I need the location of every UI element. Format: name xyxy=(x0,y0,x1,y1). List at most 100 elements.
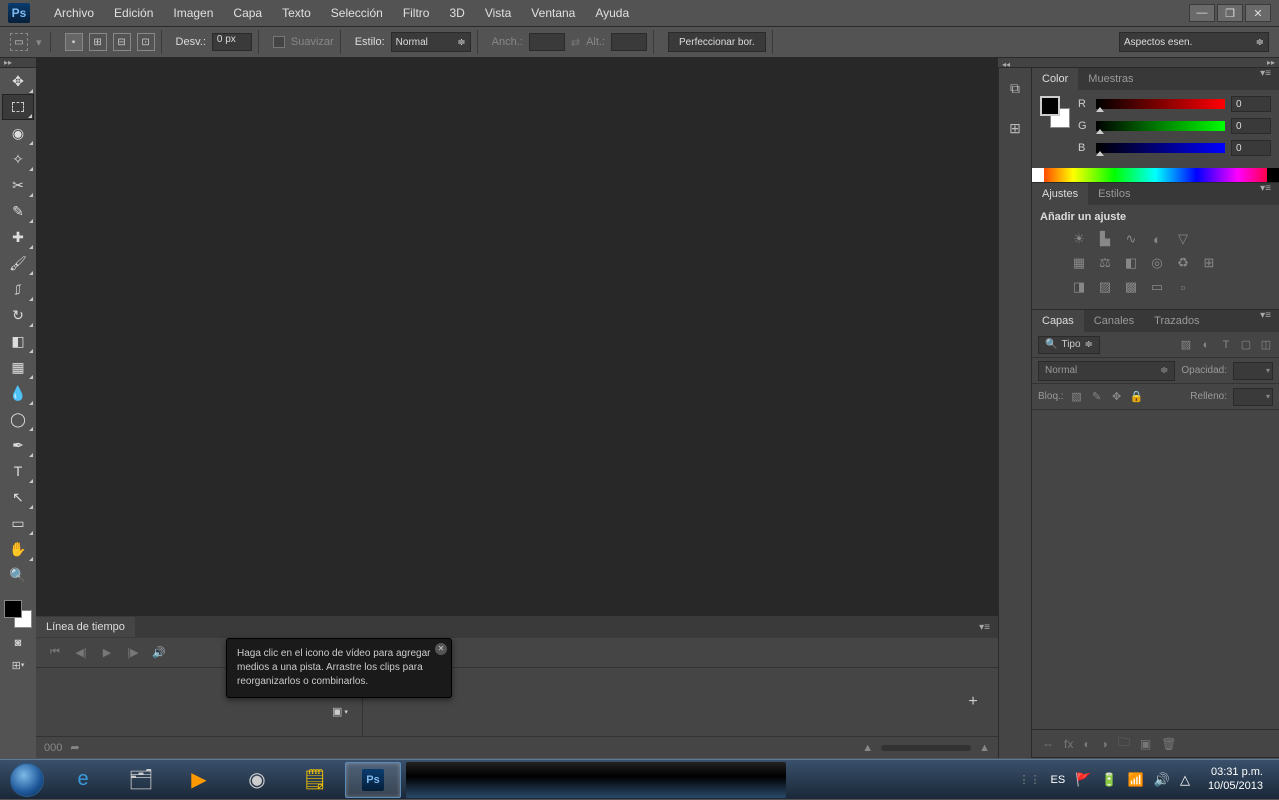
selective-icon[interactable]: ▫ xyxy=(1174,279,1192,295)
eyedropper-tool-icon[interactable]: ✎ xyxy=(2,198,34,224)
layer-fx-icon[interactable]: fx xyxy=(1064,737,1073,751)
selection-intersect-icon[interactable]: ⊡ xyxy=(137,33,155,51)
new-fill-icon[interactable]: ◑ xyxy=(1101,737,1108,751)
delete-layer-icon[interactable]: 🗑 xyxy=(1161,737,1176,751)
filter-adjust-icon[interactable]: ◐ xyxy=(1199,338,1213,352)
tray-grip-icon[interactable]: ⋮⋮ xyxy=(1019,773,1041,786)
panels-expander[interactable]: ▸▸ xyxy=(1031,58,1279,68)
new-layer-icon[interactable]: ▣ xyxy=(1140,737,1151,751)
workspace-select[interactable]: Aspectos esen.≑ xyxy=(1119,32,1269,52)
language-indicator[interactable]: ES xyxy=(1051,774,1066,786)
levels-icon[interactable]: ▙ xyxy=(1096,231,1114,247)
lock-move-icon[interactable]: ✥ xyxy=(1110,390,1124,404)
tray-sync-icon[interactable]: △ xyxy=(1180,772,1190,788)
system-clock[interactable]: 03:31 p.m. 10/05/2013 xyxy=(1200,766,1271,792)
spectrum-picker[interactable] xyxy=(1032,168,1279,182)
minimize-button[interactable]: — xyxy=(1189,4,1215,22)
timeline-audio-icon[interactable]: 🔊 xyxy=(150,644,168,662)
lock-pixels-icon[interactable]: ▧ xyxy=(1070,390,1084,404)
threshold-icon[interactable]: ▩ xyxy=(1122,279,1140,295)
add-media-icon[interactable]: ▣▾ xyxy=(332,705,348,718)
feather-input[interactable]: 0 px xyxy=(212,33,252,51)
marquee-tool-icon[interactable] xyxy=(2,94,34,120)
timeline-tab[interactable]: Línea de tiempo xyxy=(36,617,135,637)
close-button[interactable]: ✕ xyxy=(1245,4,1271,22)
opacity-input[interactable]: ▾ xyxy=(1233,362,1273,380)
panel-menu-icon[interactable]: ▾≡ xyxy=(971,622,998,633)
tab-muestras[interactable]: Muestras xyxy=(1078,68,1143,90)
exposure-icon[interactable]: ◐ xyxy=(1148,231,1166,247)
g-slider[interactable] xyxy=(1096,121,1225,131)
screenmode-icon[interactable]: ⊞▾ xyxy=(4,655,32,675)
blur-tool-icon[interactable]: 💧 xyxy=(2,380,34,406)
pen-tool-icon[interactable]: ✒ xyxy=(2,432,34,458)
menu-seleccion[interactable]: Selección xyxy=(321,0,393,27)
tab-color[interactable]: Color xyxy=(1032,68,1078,90)
timeline-play-icon[interactable]: ▶ xyxy=(98,644,116,662)
hue-icon[interactable]: ▦ xyxy=(1070,255,1088,271)
filter-type-icon[interactable]: T xyxy=(1219,338,1233,352)
layer-filter-type[interactable]: 🔍 Tipo ≑ xyxy=(1038,336,1100,354)
shape-tool-icon[interactable]: ▭ xyxy=(2,510,34,536)
properties-panel-icon[interactable]: ⊞ xyxy=(1001,114,1029,142)
layers-panel-menu-icon[interactable]: ▾≡ xyxy=(1252,310,1279,332)
color-swatches[interactable] xyxy=(4,600,32,628)
gradient-tool-icon[interactable]: ▦ xyxy=(2,354,34,380)
zoom-tool-icon[interactable]: 🔍 xyxy=(2,562,34,588)
lasso-tool-icon[interactable]: ◉ xyxy=(2,120,34,146)
panel-foreground-swatch[interactable] xyxy=(1040,96,1060,116)
b-value-input[interactable]: 0 xyxy=(1231,140,1271,156)
timeline-convert-icon[interactable]: ➦ xyxy=(70,741,79,754)
taskbar-preview[interactable] xyxy=(406,762,786,798)
r-slider[interactable] xyxy=(1096,99,1225,109)
tray-battery-icon[interactable]: 🔋 xyxy=(1101,772,1117,788)
quickmask-icon[interactable]: ◙ xyxy=(4,633,32,653)
marquee-tool-icon[interactable]: ▭ xyxy=(10,33,28,51)
filter-smart-icon[interactable]: ◫ xyxy=(1259,338,1273,352)
fill-input[interactable]: ▾ xyxy=(1233,388,1273,406)
posterize-icon[interactable]: ▨ xyxy=(1096,279,1114,295)
toolbar-expander[interactable]: ▸▸ xyxy=(0,58,36,68)
balance-icon[interactable]: ⚖ xyxy=(1096,255,1114,271)
tab-canales[interactable]: Canales xyxy=(1084,310,1144,332)
invert-icon[interactable]: ◨ xyxy=(1070,279,1088,295)
canvas[interactable] xyxy=(36,58,998,615)
move-tool-icon[interactable]: ✥ xyxy=(2,68,34,94)
timeline-first-icon[interactable]: ⏮ xyxy=(46,644,64,662)
menu-edicion[interactable]: Edición xyxy=(104,0,163,27)
lock-pos-icon[interactable]: ✎ xyxy=(1090,390,1104,404)
lookup-icon[interactable]: ⊞ xyxy=(1200,255,1218,271)
style-select[interactable]: Normal≑ xyxy=(391,32,471,52)
timeline-next-icon[interactable]: |▶ xyxy=(124,644,142,662)
selection-add-icon[interactable]: ⊞ xyxy=(89,33,107,51)
maximize-button[interactable]: ❐ xyxy=(1217,4,1243,22)
tab-trazados[interactable]: Trazados xyxy=(1144,310,1209,332)
layer-mask-icon[interactable]: ◐ xyxy=(1083,737,1090,751)
timeline-mode-icon[interactable]: 000 xyxy=(44,742,62,754)
photo-filter-icon[interactable]: ◎ xyxy=(1148,255,1166,271)
tab-ajustes[interactable]: Ajustes xyxy=(1032,183,1088,205)
crop-tool-icon[interactable]: ✂ xyxy=(2,172,34,198)
timeline-prev-icon[interactable]: ◀| xyxy=(72,644,90,662)
history-brush-tool-icon[interactable]: ↻ xyxy=(2,302,34,328)
tray-volume-icon[interactable]: 🔊 xyxy=(1154,772,1170,788)
mixer-icon[interactable]: ♻ xyxy=(1174,255,1192,271)
tooltip-close-icon[interactable]: ✕ xyxy=(435,643,447,655)
taskbar-ie-icon[interactable]: e xyxy=(55,762,111,798)
g-value-input[interactable]: 0 xyxy=(1231,118,1271,134)
curves-icon[interactable]: ∿ xyxy=(1122,231,1140,247)
menu-filtro[interactable]: Filtro xyxy=(393,0,440,27)
link-layers-icon[interactable]: ⇔ xyxy=(1042,737,1054,751)
type-tool-icon[interactable]: T xyxy=(2,458,34,484)
taskbar-photoshop-icon[interactable]: Ps xyxy=(345,762,401,798)
heal-tool-icon[interactable]: ✚ xyxy=(2,224,34,250)
path-tool-icon[interactable]: ↖ xyxy=(2,484,34,510)
b-slider[interactable] xyxy=(1096,143,1225,153)
filter-shape-icon[interactable]: ▢ xyxy=(1239,338,1253,352)
vibrance-icon[interactable]: ▽ xyxy=(1174,231,1192,247)
menu-capa[interactable]: Capa xyxy=(223,0,272,27)
selection-new-icon[interactable]: ▪ xyxy=(65,33,83,51)
menu-vista[interactable]: Vista xyxy=(475,0,521,27)
refine-edge-button[interactable]: Perfeccionar bor. xyxy=(668,32,766,52)
zoom-out-icon[interactable]: ▲ xyxy=(862,742,873,754)
